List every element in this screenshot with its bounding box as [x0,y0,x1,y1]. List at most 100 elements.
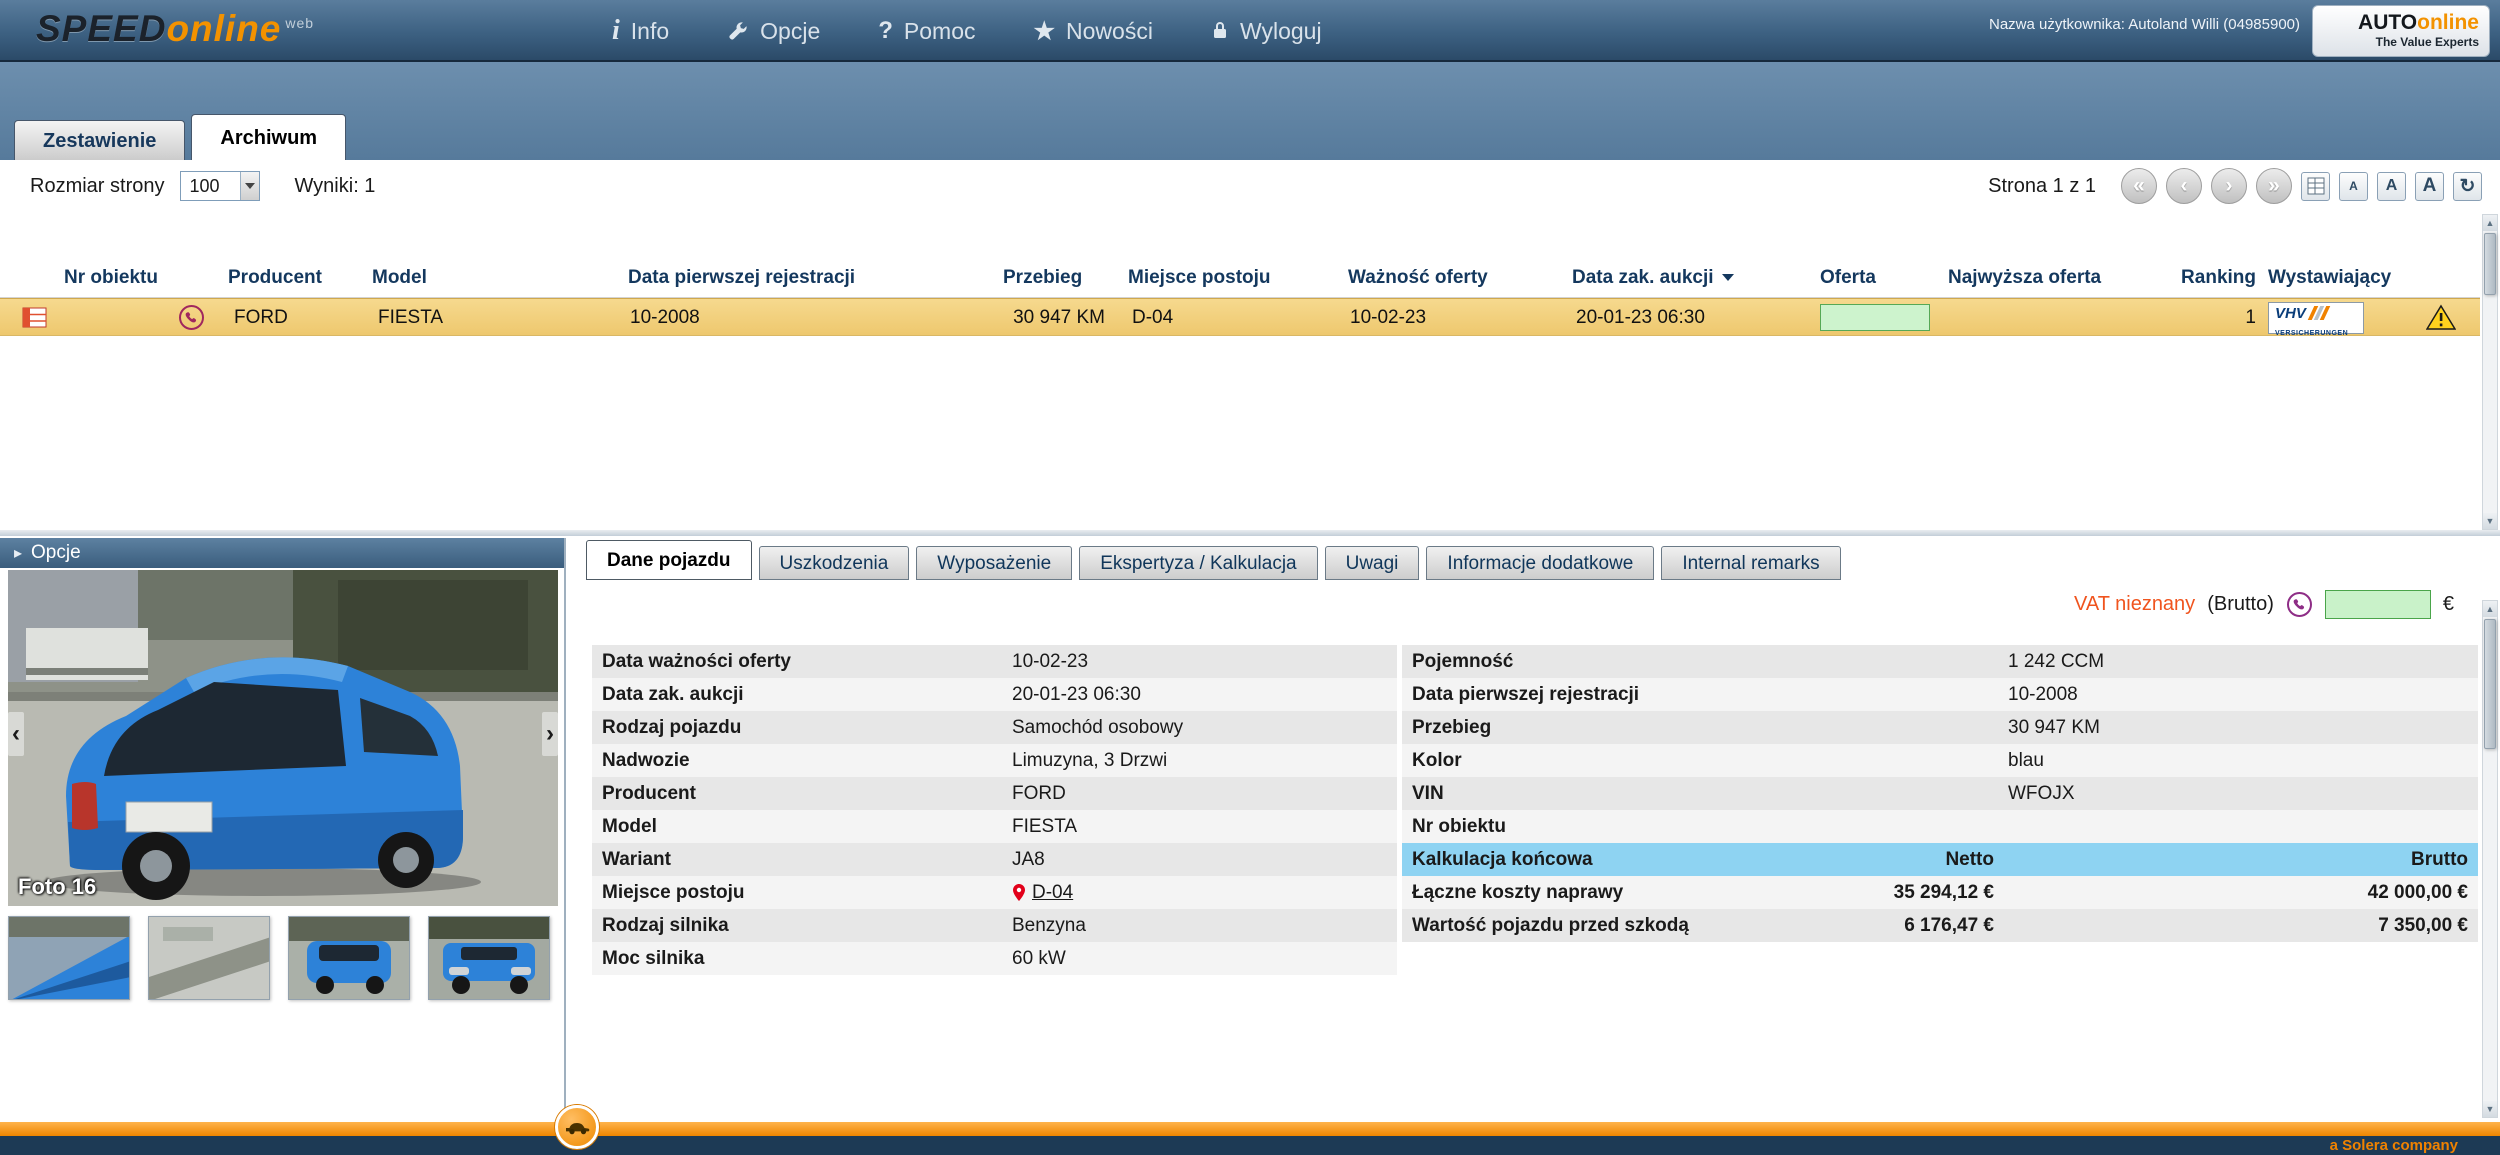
panel-toggle-handle[interactable] [555,1105,599,1149]
nav-item-wyloguj[interactable]: Wyloguj [1211,18,1322,45]
detail-label: Data ważności oferty [592,645,1012,678]
star-icon: ★ [1034,17,1056,46]
export-button[interactable] [2301,172,2330,201]
chevron-down-icon [240,172,259,200]
next-page-button[interactable]: › [2211,168,2247,204]
scroll-down-button[interactable]: ▼ [2483,513,2497,529]
results-toolbar: Rozmiar strony 100 Wyniki: 1 Strona 1 z … [0,160,2500,212]
location-pin-icon [1012,884,1026,901]
scroll-down-button[interactable]: ▼ [2483,1101,2497,1117]
detail-row: Nadwozie Limuzyna, 3 Drzwi [592,744,1397,777]
column-miejsce-postoju[interactable]: Miejsce postoju [1128,267,1271,289]
tab-dane-pojazdu[interactable]: Dane pojazdu [586,540,752,580]
bid-input[interactable] [2325,590,2431,619]
font-size-small-button[interactable]: A [2339,172,2368,201]
opcje-collapse-header[interactable]: ▸ Opcje [0,538,564,568]
table-row[interactable]: FORD FIESTA 10-2008 30 947 KM D-04 10-02… [0,298,2480,336]
refresh-button[interactable]: ↻ [2453,172,2482,201]
scroll-thumb[interactable] [2484,233,2496,295]
tab-internal-remarks[interactable]: Internal remarks [1661,546,1840,580]
currency-label: € [2443,593,2454,616]
question-icon: ? [878,17,893,45]
detail-tabs: Dane pojazdu Uszkodzenia Wyposażenie Eks… [586,540,1848,580]
thumbnail-4[interactable] [428,916,550,1000]
column-przebieg[interactable]: Przebieg [1003,267,1082,289]
vehicle-photo[interactable]: Foto 16 ‹ › [8,570,558,906]
detail-label: Przebieg [1412,711,1491,744]
tab-informacje-dodatkowe[interactable]: Informacje dodatkowe [1426,546,1654,580]
tab-zestawienie[interactable]: Zestawienie [14,120,185,160]
brand-tagline: The Value Experts [2323,35,2479,49]
font-size-large-button[interactable]: A [2415,172,2444,201]
prev-page-button[interactable]: ‹ [2166,168,2202,204]
cell-producent: FORD [234,299,288,337]
photo-next-button[interactable]: › [542,712,558,756]
kalkulacja-row: Wartość pojazdu przed szkodą 6 176,47 € … [1402,909,2478,942]
scroll-up-button[interactable]: ▲ [2483,601,2497,617]
nav-item-nowosci[interactable]: ★ Nowości [1034,17,1153,46]
font-size-medium-button[interactable]: A [2377,172,2406,201]
thumbnail-1[interactable] [8,916,130,1000]
detail-label: Model [592,810,1012,843]
column-data-zak-aukcji[interactable]: Data zak. aukcji [1572,267,1734,289]
thumbnail-2[interactable] [148,916,270,1000]
tab-uwagi[interactable]: Uwagi [1325,546,1420,580]
location-link[interactable]: D-04 [1032,876,1073,909]
column-oferta[interactable]: Oferta [1820,267,1876,289]
tab-ekspertyza-kalkulacja[interactable]: Ekspertyza / Kalkulacja [1079,546,1317,580]
vendor-name: VHV [2275,305,2306,322]
detail-label: Rodzaj silnika [592,909,1012,942]
nav-item-pomoc[interactable]: ? Pomoc [878,17,975,45]
detail-right-column: Pojemność 1 242 CCM Data pierwszej rejes… [1402,645,2478,942]
column-ranking[interactable]: Ranking [2152,267,2256,289]
phone-icon[interactable] [178,304,205,331]
nav-item-opcje[interactable]: Opcje [727,18,820,45]
scroll-up-button[interactable]: ▲ [2483,215,2497,231]
column-data-rejestracji[interactable]: Data pierwszej rejestracji [628,267,855,289]
footer-bar [0,1122,2500,1136]
detail-panel: Dane pojazdu Uszkodzenia Wyposażenie Eks… [568,538,2500,1122]
first-page-button[interactable]: « [2121,168,2157,204]
detail-value: JA8 [1012,843,1397,876]
detail-row: Model FIESTA [592,810,1397,843]
vendor-stripes [2311,306,2327,320]
scroll-thumb[interactable] [2484,619,2496,749]
phone-icon[interactable] [2286,591,2313,618]
detail-label: Rodzaj pojazdu [592,711,1012,744]
detail-scrollbar[interactable]: ▲ ▼ [2482,600,2498,1118]
table-scrollbar[interactable]: ▲ ▼ [2482,214,2498,530]
detail-value: 60 kW [1012,942,1397,975]
calculation-icon[interactable] [22,307,47,329]
detail-label: Producent [592,777,1012,810]
brutto-header: Brutto [2002,843,2478,876]
column-model[interactable]: Model [372,267,427,289]
car-icon [564,1119,591,1135]
column-waznosc-oferty[interactable]: Ważność oferty [1348,267,1488,289]
nav-item-info[interactable]: i Info [612,15,669,47]
detail-value: Limuzyna, 3 Drzwi [1012,744,1397,777]
tab-wyposazenie[interactable]: Wyposażenie [916,546,1072,580]
detail-value: FIESTA [1012,810,1397,843]
column-label: Data zak. aukcji [1572,267,1714,288]
wrench-icon [727,20,749,42]
offer-input[interactable] [1820,304,1930,331]
detail-label: Pojemność [1412,645,1513,678]
vat-status-label: VAT nieznany [2074,593,2195,616]
photo-prev-button[interactable]: ‹ [8,712,24,756]
detail-row: Data ważności oferty 10-02-23 [592,645,1397,678]
thumbnail-3[interactable] [288,916,410,1000]
column-nr-obiektu[interactable]: Nr obiektu [64,267,194,289]
column-producent[interactable]: Producent [228,267,322,289]
last-page-button[interactable]: » [2256,168,2292,204]
page-info: Strona 1 z 1 [1988,175,2096,198]
tab-archiwum[interactable]: Archiwum [191,114,346,160]
detail-label: Moc silnika [592,942,1012,975]
kalkulacja-title: Kalkulacja końcowa [1412,843,1593,876]
column-wystawiajacy[interactable]: Wystawiający [2268,267,2391,289]
column-najwyzsza-oferta[interactable]: Najwyższa oferta [1948,267,2101,289]
page-size-select[interactable]: 100 [180,171,260,201]
photo-caption: Foto 16 [18,874,96,900]
cell-data-zak-aukcji: 20-01-23 06:30 [1576,299,1705,337]
brand-auto: AUTO [2358,11,2417,34]
tab-uszkodzenia[interactable]: Uszkodzenia [759,546,910,580]
